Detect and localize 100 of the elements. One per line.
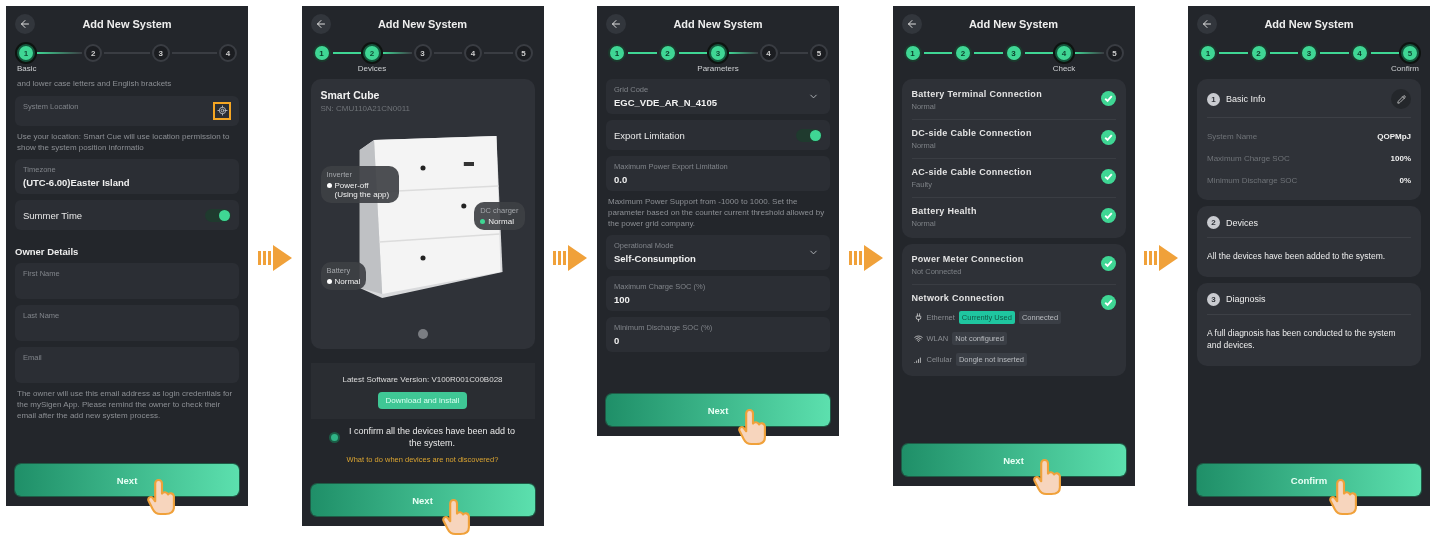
download-button[interactable]: Download and install [377,392,468,409]
step-indicator: 3 [413,44,432,62]
step-indicator: 4 [219,44,237,62]
software-version: Latest Software Version: V100R001C00B028 [342,375,503,384]
back-button[interactable] [901,14,922,34]
step-indicator: 3 [1004,44,1023,62]
step-indicator: 1 [1199,44,1217,62]
screen-title: Add New System [1263,18,1355,30]
step-indicator: 3 [151,44,170,62]
back-arrow-icon [610,18,622,30]
next-button[interactable]: Next [606,394,830,426]
check-title: Battery Health [911,206,978,216]
step-indicator: 4 [1055,44,1073,62]
step-indicator: 3 [1300,44,1318,62]
step-indicator: 2 [1249,44,1268,62]
section-heading: Owner Details [15,246,80,258]
right-arrow-icon [848,244,883,271]
step-caption: Check [1052,64,1076,73]
toggle-label: Export Limitation [614,129,686,141]
screen-title: Add New System [967,18,1060,30]
hint-text: Maximum Power Support from -1000 to 1000. Set the parameter based on the counter current threshold allowed by the power grid company. [607,197,826,230]
screen-title: Add New System [376,18,469,30]
device-name: Smart Cube [320,89,381,101]
back-button[interactable] [1197,14,1217,34]
step-indicator: 4 [464,44,482,62]
field-value: 0.0 [614,174,629,185]
serial-number: SN: CMU110A21CN0011 [320,104,412,113]
field-value: Self-Consumption [614,253,697,265]
section-number: 3 [1207,292,1220,306]
back-arrow-icon [19,18,31,30]
next-button[interactable]: Next [901,444,1126,476]
callout-status: Normal [326,277,361,286]
signal-icon [913,355,923,364]
right-arrow-icon [553,244,588,271]
hint-text: The owner will use this email address as login credentials for the mySigen App. Please remind the owner to check their email after the add new system process. [16,389,234,422]
back-button[interactable] [310,14,331,34]
step-indicator: 2 [84,44,103,62]
step-indicator: 5 [514,44,533,62]
step-indicator: 5 [1105,44,1124,62]
toggle-switch[interactable] [796,128,822,142]
step-indicator: 4 [1350,44,1369,62]
pagination-dot[interactable] [417,329,428,339]
check-title: Network Connection [911,293,1006,303]
hint-text: Use your location: Smart Cue will use location permission to show the system position informatio [16,131,231,154]
step-indicator: 1 [903,44,922,62]
toggle-switch[interactable] [205,208,231,222]
section-number: 1 [1207,92,1220,106]
step-indicator: 4 [759,44,778,62]
right-arrow-icon [257,244,292,271]
check-title: AC-side Cable Connection [911,167,1033,177]
summary-value: QOPMpJ [1377,132,1411,141]
screen-title: Add New System [81,18,173,30]
callout-status: Normal [480,217,519,226]
step-indicator: 1 [312,44,331,62]
field-value: (UTC-6.00)Easter Island [23,177,131,189]
field-value: 0 [614,335,621,347]
check-title: Battery Terminal Connection [911,89,1043,99]
summary-title: Devices [1226,217,1259,228]
check-title: DC-side Cable Connection [911,128,1033,138]
step-indicator: 1 [17,44,35,62]
summary-title: Diagnosis [1226,294,1267,305]
step-caption: Parameters [697,64,739,73]
step-caption: Confirm [1391,64,1419,73]
wifi-icon [913,334,923,343]
locate-icon[interactable] [216,105,228,117]
next-button[interactable]: Confirm [1197,464,1421,496]
pencil-icon [1396,94,1406,104]
summary-label: System Name [1207,132,1258,141]
back-arrow-icon [314,18,327,30]
step-caption: Devices [357,64,387,73]
confirm-text: I confirm all the devices have been add to the system. [347,425,517,450]
summary-value: 0% [1399,176,1411,185]
plug-icon [913,313,923,322]
toggle-label: Summer Time [23,209,84,221]
back-arrow-icon [905,18,918,30]
next-button[interactable]: Next [310,484,535,517]
step-indicator: 5 [810,44,828,62]
screen-title: Add New System [672,18,764,30]
back-arrow-icon [1201,18,1213,30]
step-indicator: 2 [658,44,677,62]
check-title: Power Meter Connection [911,254,1025,264]
summary-text: All the devices have been added to the system. [1207,250,1387,263]
step-indicator: 2 [954,44,972,62]
step-indicator: 3 [709,44,727,62]
edit-button[interactable] [1391,89,1411,109]
step-indicator: 1 [608,44,626,62]
next-button[interactable]: Next [15,464,239,496]
step-indicator: 5 [1401,44,1419,62]
hint-text: and lower case letters and English brackets [16,79,173,90]
confirm-checkbox[interactable] [328,431,340,443]
step-indicator: 2 [363,44,381,62]
callout-status: Power-off (Using the app) [326,181,393,199]
step-caption: Basic [17,64,37,73]
back-button[interactable] [15,14,35,34]
section-number: 2 [1207,216,1220,229]
back-button[interactable] [606,14,626,34]
field-value: 100 [614,294,631,306]
right-arrow-icon [1144,244,1179,271]
field-value: EGC_VDE_AR_N_4105 [614,97,718,108]
summary-title: Basic Info [1226,94,1267,104]
